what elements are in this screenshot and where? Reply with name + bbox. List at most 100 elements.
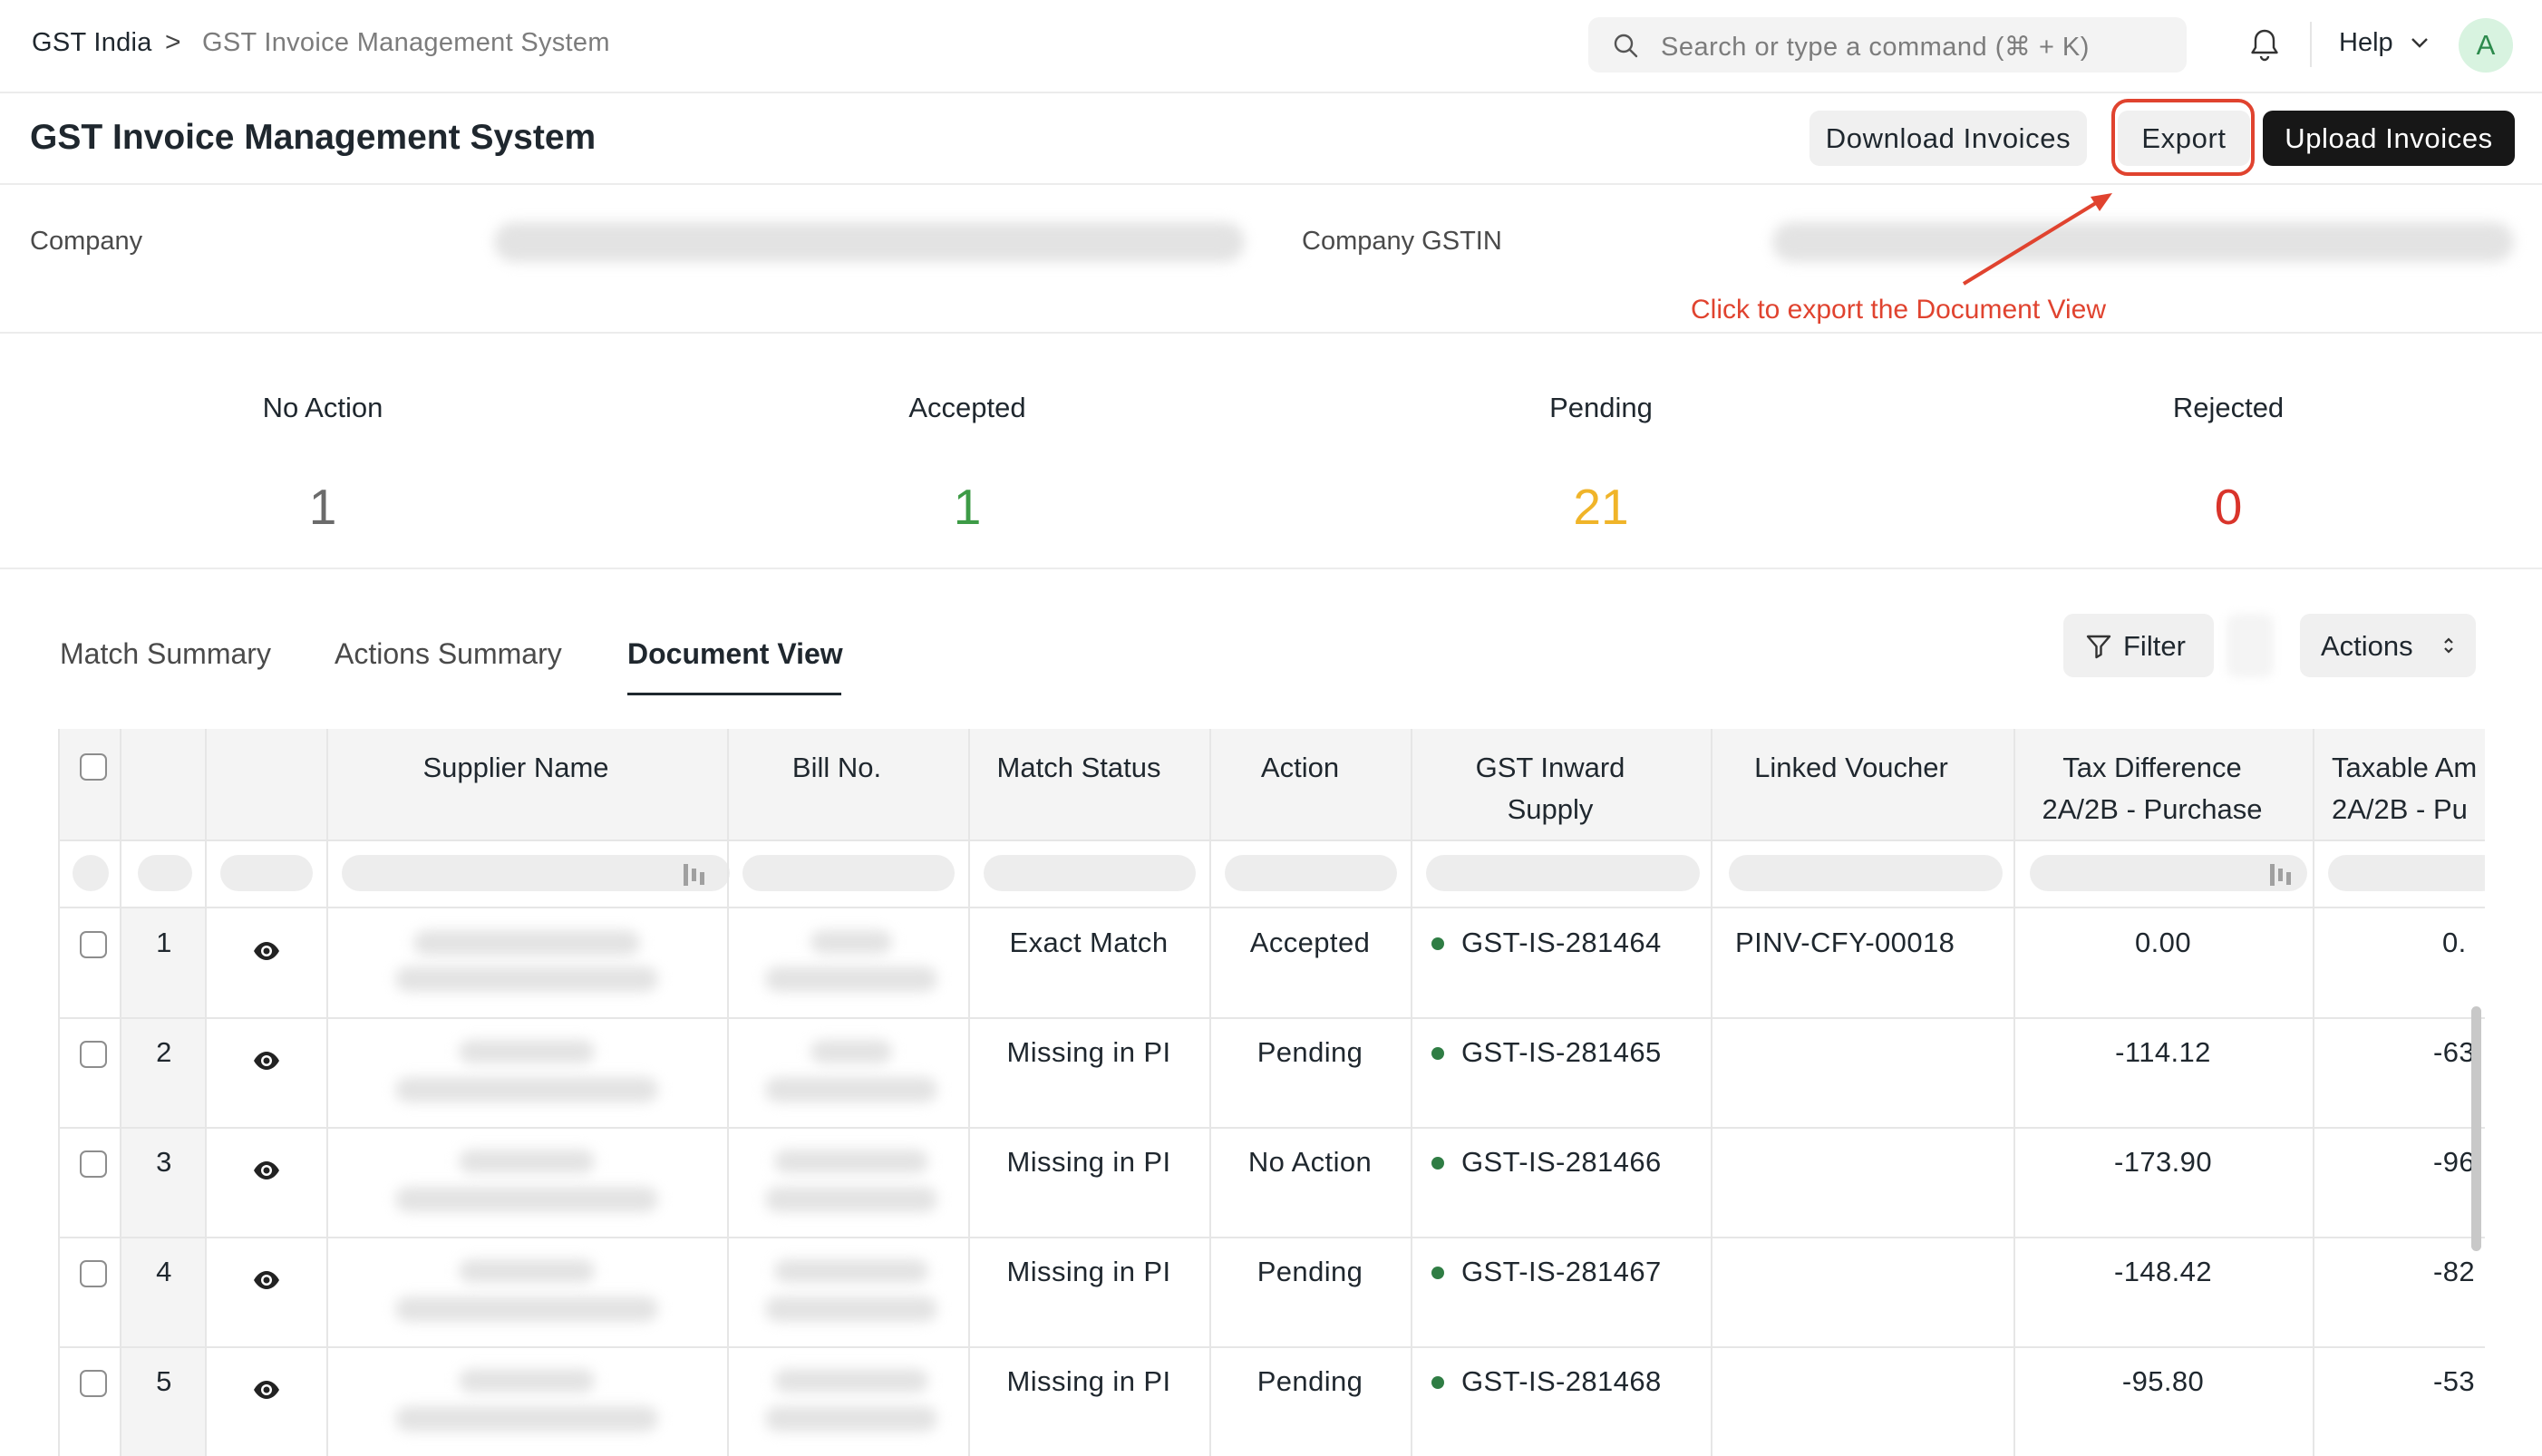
match-status-cell: Missing in PI — [1006, 1365, 1171, 1397]
stat-value-rejected[interactable]: 0 — [2215, 478, 2243, 536]
action-cell: Pending — [1256, 1036, 1363, 1068]
eye-icon[interactable] — [252, 941, 281, 961]
document-view-table: Supplier Name Bill No. Match Status Acti… — [58, 729, 2485, 1456]
column-header-action[interactable]: Action — [1261, 747, 1339, 789]
sort-button[interactable] — [2227, 614, 2274, 677]
linked-voucher-link[interactable]: PINV-CFY-00018 — [1735, 927, 1955, 959]
filter-input[interactable] — [138, 855, 192, 891]
company-label: Company — [30, 227, 143, 256]
bill-no-cell — [765, 1406, 937, 1432]
eye-icon[interactable] — [252, 1160, 281, 1180]
filter-supplier-name-input[interactable] — [342, 855, 730, 891]
column-options-icon[interactable] — [2266, 861, 2294, 888]
filter-bill-no-input[interactable] — [742, 855, 955, 891]
status-summary: No Action 1 Accepted 1 Pending 21 Reject… — [0, 335, 2542, 569]
row-number: 2 — [156, 1036, 172, 1068]
supplier-name-cell — [459, 1369, 595, 1393]
filter-action-input[interactable] — [1225, 855, 1397, 891]
row-checkbox[interactable] — [80, 1260, 107, 1287]
gst-inward-supply-link[interactable]: GST-IS-281468 — [1461, 1365, 1662, 1398]
upload-invoices-button[interactable]: Upload Invoices — [2263, 111, 2515, 166]
status-dot-icon — [1431, 1376, 1444, 1389]
filter-linked-voucher-input[interactable] — [1729, 855, 2003, 891]
action-cell: Pending — [1256, 1256, 1363, 1287]
search-icon — [1614, 34, 1638, 58]
tax-difference-cell: 0.00 — [2135, 927, 2191, 958]
eye-icon[interactable] — [252, 1270, 281, 1290]
tab-document-view[interactable]: Document View — [627, 637, 843, 671]
filter-input[interactable] — [73, 855, 109, 891]
column-header-taxable-amount[interactable]: Taxable Am 2A/2B - Pu — [2332, 747, 2477, 830]
match-status-cell: Missing in PI — [1006, 1256, 1171, 1287]
tab-actions-summary[interactable]: Actions Summary — [335, 637, 562, 671]
company-field[interactable] — [494, 222, 1245, 262]
download-invoices-button[interactable]: Download Invoices — [1809, 111, 2087, 166]
notification-bell-icon[interactable] — [2248, 27, 2281, 63]
gst-inward-supply-link[interactable]: GST-IS-281464 — [1461, 927, 1662, 959]
column-header-tax-difference[interactable]: Tax Difference 2A/2B - Purchase — [2042, 747, 2263, 830]
supplier-name-cell — [459, 1150, 595, 1173]
stat-value-pending[interactable]: 21 — [1573, 478, 1628, 536]
column-header-match-status[interactable]: Match Status — [997, 747, 1161, 789]
table-scrollbar[interactable] — [2471, 1006, 2481, 1251]
eye-icon[interactable] — [252, 1380, 281, 1400]
stat-value-no-action[interactable]: 1 — [309, 478, 337, 536]
help-menu[interactable]: Help — [2339, 28, 2393, 58]
chevron-up-down-icon — [2444, 637, 2453, 654]
select-all-checkbox[interactable] — [80, 753, 107, 781]
breadcrumb-current[interactable]: GST Invoice Management System — [202, 28, 610, 58]
actions-dropdown[interactable]: Actions — [2300, 614, 2476, 677]
search-placeholder[interactable]: Search or type a command (⌘ + K) — [1661, 31, 2090, 63]
company-gstin-field[interactable] — [1772, 222, 2514, 262]
tax-difference-cell: -95.80 — [2121, 1365, 2205, 1397]
taxable-amount-cell: -63 — [2433, 1036, 2476, 1068]
row-number: 4 — [156, 1256, 172, 1287]
filter-taxable-amount-input[interactable] — [2328, 855, 2485, 891]
column-header-supplier-name[interactable]: Supplier Name — [422, 747, 608, 789]
supplier-name-cell — [395, 966, 658, 992]
filter-match-status-input[interactable] — [984, 855, 1196, 891]
supplier-name-cell — [459, 1259, 595, 1283]
row-checkbox[interactable] — [80, 1041, 107, 1068]
search-bar[interactable]: Search or type a command (⌘ + K) — [1588, 17, 2187, 73]
column-header-gst-inward-supply[interactable]: GST Inward Supply — [1476, 747, 1625, 830]
breadcrumb-root[interactable]: GST India — [32, 28, 152, 58]
column-header-linked-voucher[interactable]: Linked Voucher — [1754, 747, 1948, 789]
row-checkbox[interactable] — [80, 931, 107, 958]
status-dot-icon — [1431, 1157, 1444, 1170]
column-options-icon[interactable] — [680, 861, 707, 888]
row-checkbox[interactable] — [80, 1150, 107, 1178]
gst-inward-supply-link[interactable]: GST-IS-281467 — [1461, 1256, 1662, 1288]
status-dot-icon — [1431, 1047, 1444, 1060]
avatar[interactable]: A — [2459, 18, 2513, 73]
company-gstin-label: Company GSTIN — [1302, 227, 1502, 256]
actions-label: Actions — [2321, 630, 2413, 662]
tab-match-summary[interactable]: Match Summary — [60, 637, 271, 671]
supplier-name-cell — [395, 1406, 658, 1432]
status-dot-icon — [1431, 937, 1444, 950]
annotation-text: Click to export the Document View — [1691, 295, 2106, 325]
company-section: Company Company GSTIN Click to export th… — [0, 186, 2542, 334]
row-checkbox[interactable] — [80, 1370, 107, 1397]
chevron-down-icon[interactable] — [2410, 36, 2430, 49]
stat-value-accepted[interactable]: 1 — [954, 478, 982, 536]
page-title: GST Invoice Management System — [30, 118, 597, 157]
column-header-bill-no[interactable]: Bill No. — [792, 747, 881, 789]
eye-icon[interactable] — [252, 1051, 281, 1071]
action-cell: Pending — [1256, 1365, 1363, 1397]
filter-button[interactable]: Filter — [2063, 614, 2214, 677]
tax-difference-cell: -173.90 — [2114, 1146, 2212, 1178]
filter-gst-inward-supply-input[interactable] — [1426, 855, 1700, 891]
bill-no-cell — [765, 1187, 937, 1212]
filter-input[interactable] — [220, 855, 313, 891]
bill-no-cell — [765, 1296, 937, 1322]
filter-icon — [2086, 635, 2111, 659]
filter-label: Filter — [2123, 630, 2186, 662]
bill-no-cell — [774, 1369, 928, 1393]
annotation-arrow-icon — [1962, 193, 2112, 286]
breadcrumb-separator-icon: > — [165, 27, 181, 57]
gst-inward-supply-link[interactable]: GST-IS-281466 — [1461, 1146, 1662, 1179]
supplier-name-cell — [459, 1040, 595, 1063]
gst-inward-supply-link[interactable]: GST-IS-281465 — [1461, 1036, 1662, 1069]
action-cell: Accepted — [1249, 927, 1371, 958]
